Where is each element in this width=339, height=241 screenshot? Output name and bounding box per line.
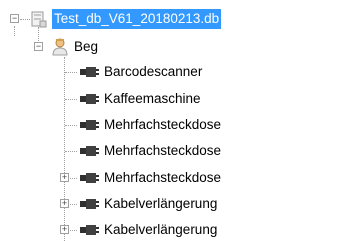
plug-icon <box>78 222 100 241</box>
plug-icon <box>78 91 100 110</box>
tree-item-label[interactable]: Mehrfachsteckdose <box>102 115 223 135</box>
tree-line-h <box>65 151 77 152</box>
collapse-toggle-root[interactable]: − <box>10 14 19 23</box>
tree-node-beg-label[interactable]: Beg <box>72 37 100 57</box>
tree-view: − Test_db_V61_20180213.db − Beg Barcodes… <box>0 0 339 241</box>
tree-item[interactable]: Mehrfachsteckdose <box>0 115 339 135</box>
plug-icon <box>78 143 100 162</box>
tree-item[interactable]: + Kabelverlängerung <box>0 194 339 214</box>
plug-icon <box>78 170 100 189</box>
tree-item-label[interactable]: Mehrfachsteckdose <box>102 168 223 188</box>
plug-icon <box>78 64 100 83</box>
tree-item[interactable]: + Kabelverlängerung <box>0 220 339 240</box>
tree-item[interactable]: Barcodescanner <box>0 62 339 82</box>
tree-item-label[interactable]: Kabelverlängerung <box>102 194 219 214</box>
tree-item[interactable]: Kaffeemaschine <box>0 89 339 109</box>
expand-toggle[interactable]: + <box>60 199 69 208</box>
expand-toggle[interactable]: + <box>60 225 69 234</box>
tree-item-label[interactable]: Mehrfachsteckdose <box>102 141 223 161</box>
database-icon <box>29 10 49 31</box>
collapse-toggle-beg[interactable]: − <box>34 42 43 51</box>
tree-line-h <box>70 230 77 231</box>
tree-line-h <box>65 72 77 73</box>
user-icon <box>50 37 70 60</box>
tree-item-label[interactable]: Kaffeemaschine <box>102 89 203 109</box>
tree-item-label[interactable]: Kabelverlängerung <box>102 220 219 240</box>
expand-toggle[interactable]: + <box>60 173 69 182</box>
tree-node-root[interactable]: − Test_db_V61_20180213.db <box>0 9 339 29</box>
tree-item-label[interactable]: Barcodescanner <box>102 62 204 82</box>
tree-line-h <box>65 125 77 126</box>
tree-node-beg[interactable]: − Beg <box>0 37 339 57</box>
plug-icon <box>78 196 100 215</box>
tree-line-h <box>65 99 77 100</box>
plug-icon <box>78 117 100 136</box>
tree-item[interactable]: + Mehrfachsteckdose <box>0 168 339 188</box>
tree-line-h <box>70 178 77 179</box>
tree-item[interactable]: Mehrfachsteckdose <box>0 141 339 161</box>
tree-line-h <box>70 204 77 205</box>
tree-node-root-label[interactable]: Test_db_V61_20180213.db <box>52 9 222 29</box>
